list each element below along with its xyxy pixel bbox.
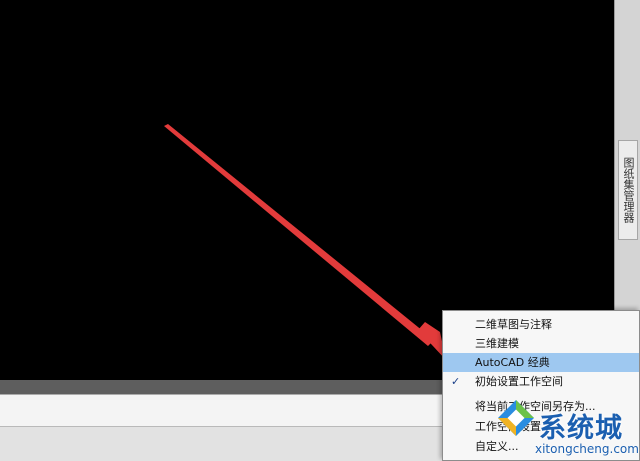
menu-item-3d-modeling[interactable]: 三维建模 (443, 334, 639, 353)
sheet-set-manager-label: 图纸集管理器 (622, 157, 635, 223)
menu-item-autocad-classic[interactable]: AutoCAD 经典 (443, 353, 639, 372)
checkmark-icon: ✓ (451, 375, 461, 388)
menu-item-2d-drafting[interactable]: 二维草图与注释 (443, 315, 639, 334)
menu-item-label: 初始设置工作空间 (475, 375, 563, 388)
menu-item-label: 自定义... (475, 440, 519, 453)
sheet-set-manager-tab[interactable]: 图纸集管理器 (618, 140, 638, 240)
menu-item-label: AutoCAD 经典 (475, 356, 550, 369)
red-arrow-shaft (164, 124, 434, 346)
watermark-title: 系统城 (539, 413, 623, 444)
watermark-url: xitongcheng.com (535, 442, 639, 456)
menu-item-initial-setup[interactable]: ✓ 初始设置工作空间 (443, 372, 639, 391)
watermark-logo-icon (498, 400, 534, 436)
menu-item-label: 二维草图与注释 (475, 318, 552, 331)
right-palette-strip: 图纸集管理器 (614, 0, 640, 312)
menu-item-label: 三维建模 (475, 337, 519, 350)
